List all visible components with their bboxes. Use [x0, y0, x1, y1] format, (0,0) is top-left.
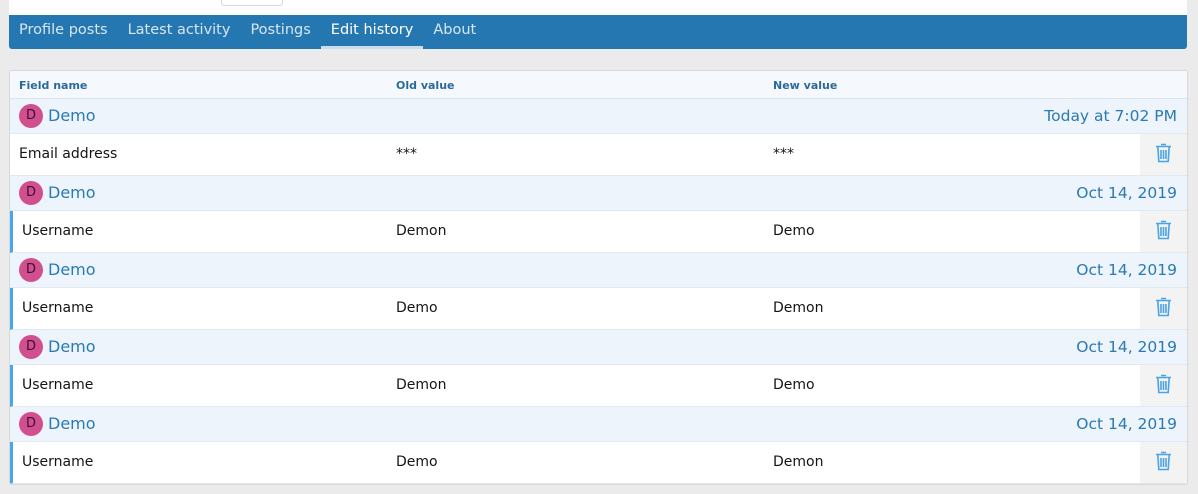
- entry-header: D Demo Oct 14, 2019: [10, 330, 1187, 365]
- history-entry: D Demo Oct 14, 2019 Username Demon Demo: [10, 176, 1187, 253]
- field-name-cell: Username: [22, 377, 94, 393]
- entry-header: D Demo Oct 14, 2019: [10, 176, 1187, 211]
- field-name-cell: Username: [22, 223, 94, 239]
- header-field-name: Field name: [19, 79, 88, 92]
- table-row: Username Demo Demon: [10, 288, 1187, 330]
- avatar[interactable]: D: [19, 181, 43, 205]
- table-row: Email address *** ***: [10, 134, 1187, 176]
- field-name-cell: Username: [22, 454, 94, 470]
- table-row: Username Demon Demo: [10, 211, 1187, 253]
- trash-icon: [1155, 142, 1172, 167]
- avatar[interactable]: D: [19, 335, 43, 359]
- edit-date[interactable]: Oct 14, 2019: [1076, 184, 1177, 202]
- header-old-value: Old value: [396, 79, 455, 92]
- tab-postings[interactable]: Postings: [240, 15, 320, 49]
- editor-username-link[interactable]: Demo: [48, 183, 96, 202]
- table-row: Username Demon Demo: [10, 365, 1187, 407]
- profile-tabs: Profile posts Latest activity Postings E…: [9, 15, 1187, 49]
- edit-date[interactable]: Oct 14, 2019: [1076, 415, 1177, 433]
- avatar[interactable]: D: [19, 258, 43, 282]
- avatar[interactable]: D: [19, 412, 43, 436]
- trash-icon: [1155, 450, 1172, 475]
- editor-username-link[interactable]: Demo: [48, 414, 96, 433]
- table-header: Field name Old value New value: [10, 71, 1187, 99]
- old-value-cell: Demo: [396, 300, 438, 316]
- old-value-cell: Demon: [396, 223, 447, 239]
- tab-latest-activity[interactable]: Latest activity: [118, 15, 241, 49]
- history-entry: D Demo Oct 14, 2019 Username Demo Demon: [10, 407, 1187, 484]
- table-row: Username Demo Demon: [10, 442, 1187, 484]
- new-value-cell: ***: [773, 146, 794, 162]
- history-entry: D Demo Today at 7:02 PM Email address *** ***: [10, 99, 1187, 176]
- editor-username-link[interactable]: Demo: [48, 337, 96, 356]
- history-groups: D Demo Today at 7:02 PM Email address *** ***…: [10, 99, 1187, 484]
- old-value-cell: ***: [396, 146, 417, 162]
- tab-profile-posts[interactable]: Profile posts: [9, 15, 118, 49]
- delete-button[interactable]: [1140, 288, 1187, 329]
- tab-edit-history[interactable]: Edit history: [320, 15, 424, 49]
- new-value-cell: Demon: [773, 454, 824, 470]
- trash-icon: [1155, 296, 1172, 321]
- tab-about[interactable]: About: [423, 15, 486, 49]
- entry-header: D Demo Oct 14, 2019: [10, 253, 1187, 288]
- edit-history-table: Field name Old value New value D Demo Toda…: [9, 70, 1188, 485]
- delete-button[interactable]: [1140, 211, 1187, 252]
- delete-button[interactable]: [1140, 134, 1187, 175]
- field-name-cell: Username: [22, 300, 94, 316]
- new-value-cell: Demo: [773, 377, 815, 393]
- field-name-cell: Email address: [19, 146, 118, 162]
- history-entry: D Demo Oct 14, 2019 Username Demo Demon: [10, 253, 1187, 330]
- edit-date[interactable]: Today at 7:02 PM: [1044, 107, 1177, 125]
- editor-username-link[interactable]: Demo: [48, 260, 96, 279]
- edit-date[interactable]: Oct 14, 2019: [1076, 261, 1177, 279]
- entry-header: D Demo Oct 14, 2019: [10, 407, 1187, 442]
- header-new-value: New value: [773, 79, 838, 92]
- history-entry: D Demo Oct 14, 2019 Username Demon Demo: [10, 330, 1187, 407]
- delete-button[interactable]: [1140, 365, 1187, 406]
- top-strip: [9, 0, 1187, 15]
- editor-username-link[interactable]: Demo: [48, 106, 96, 125]
- new-value-cell: Demon: [773, 300, 824, 316]
- entry-header: D Demo Today at 7:02 PM: [10, 99, 1187, 134]
- edit-date[interactable]: Oct 14, 2019: [1076, 338, 1177, 356]
- trash-icon: [1155, 219, 1172, 244]
- old-value-cell: Demo: [396, 454, 438, 470]
- old-value-cell: Demon: [396, 377, 447, 393]
- top-button-stub[interactable]: [221, 0, 283, 6]
- avatar[interactable]: D: [19, 104, 43, 128]
- new-value-cell: Demo: [773, 223, 815, 239]
- delete-button[interactable]: [1140, 442, 1187, 483]
- trash-icon: [1155, 373, 1172, 398]
